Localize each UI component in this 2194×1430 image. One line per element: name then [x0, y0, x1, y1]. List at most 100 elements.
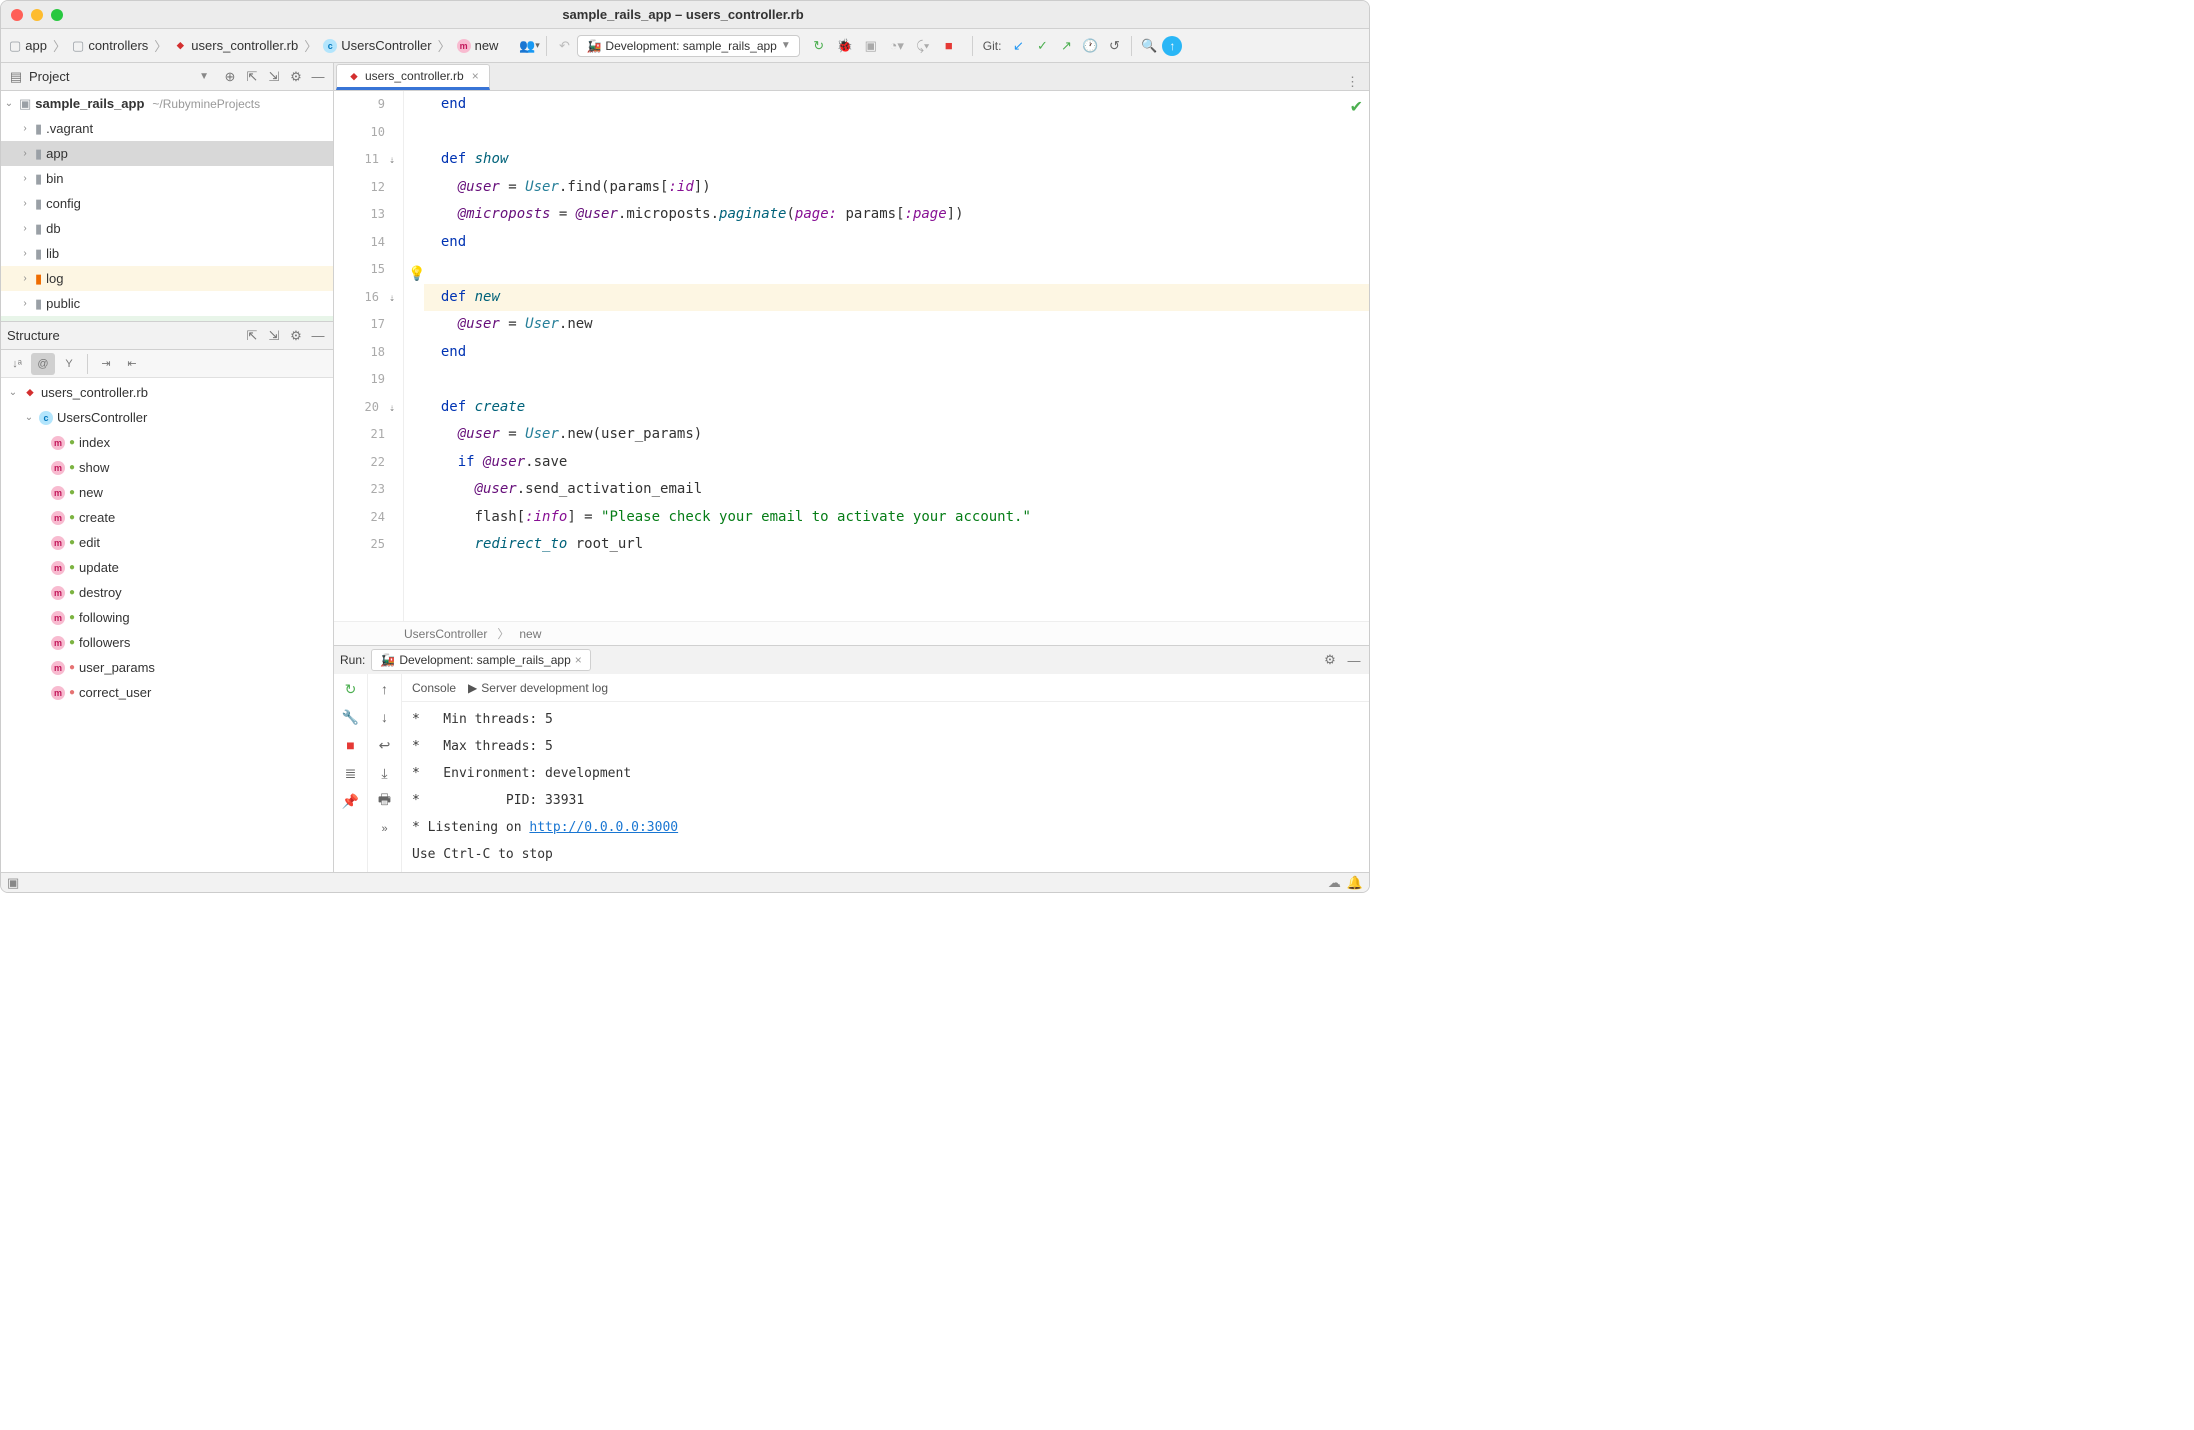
more-icon[interactable]: »: [374, 818, 396, 840]
coverage-icon[interactable]: ▣: [860, 35, 882, 57]
server-log-tab[interactable]: ▶Server development log: [468, 681, 608, 695]
editor-tab[interactable]: ◆ users_controller.rb ×: [336, 64, 490, 90]
wrench-icon[interactable]: 🔧: [340, 706, 362, 728]
up-arrow-icon[interactable]: ↑: [374, 678, 396, 700]
chevron-right-icon[interactable]: ›: [19, 173, 31, 184]
chevron-down-icon[interactable]: ⌄: [23, 412, 35, 423]
run-tab[interactable]: 🚂 Development: sample_rails_app ×: [371, 649, 590, 671]
collapse-all-icon[interactable]: ⇲: [265, 68, 283, 86]
chevron-right-icon[interactable]: ›: [19, 148, 31, 159]
project-item[interactable]: ›▮log: [1, 266, 333, 291]
chevron-down-icon[interactable]: ▼: [199, 71, 209, 82]
structure-method[interactable]: m●destroy: [1, 580, 333, 605]
run-config-selector[interactable]: 🚂 Development: sample_rails_app ▼: [577, 35, 799, 57]
structure-method[interactable]: m●correct_user: [1, 680, 333, 705]
pin-icon[interactable]: 📌: [340, 790, 362, 812]
structure-method[interactable]: m●update: [1, 555, 333, 580]
chevron-right-icon[interactable]: ›: [19, 198, 31, 209]
git-rollback-icon[interactable]: ↺: [1103, 35, 1125, 57]
editor-gutter[interactable]: 91011⇣1213141516⇣17181920⇣2122232425: [334, 91, 404, 621]
hide-panel-icon[interactable]: —: [1345, 651, 1363, 669]
structure-tree[interactable]: ⌄ ◆ users_controller.rb ⌄ c UsersControl…: [1, 378, 333, 872]
chevron-right-icon[interactable]: ›: [19, 298, 31, 309]
scroll-end-icon[interactable]: ⤓: [374, 762, 396, 784]
sort-alpha-icon[interactable]: ↓ᵃ: [5, 353, 29, 375]
structure-panel-header[interactable]: Structure ⇱ ⇲ ⚙ —: [1, 322, 333, 350]
breadcrumb-segment[interactable]: new: [475, 38, 499, 53]
stop-icon[interactable]: ■: [340, 734, 362, 756]
project-item[interactable]: ›▮app: [1, 141, 333, 166]
down-arrow-icon[interactable]: ↓: [374, 706, 396, 728]
project-view-icon[interactable]: ▤: [7, 68, 25, 86]
back-arrow-icon[interactable]: ↶: [553, 35, 575, 57]
maximize-window-icon[interactable]: [51, 9, 63, 21]
filter-icon[interactable]: Y: [57, 353, 81, 375]
gear-icon[interactable]: ⚙: [1321, 651, 1339, 669]
lightbulb-icon[interactable]: 💡: [408, 261, 425, 289]
editor-breadcrumb[interactable]: UsersController 〉 new: [334, 621, 1369, 645]
breadcrumb[interactable]: ▢ app 〉 ▢ controllers 〉 ◆ users_controll…: [5, 36, 502, 55]
print-icon[interactable]: 🖶: [374, 790, 396, 812]
chevron-right-icon[interactable]: ›: [19, 223, 31, 234]
search-icon[interactable]: 🔍: [1138, 35, 1160, 57]
breadcrumb-segment[interactable]: controllers: [88, 38, 148, 53]
hide-panel-icon[interactable]: —: [309, 327, 327, 345]
close-window-icon[interactable]: [11, 9, 23, 21]
at-icon[interactable]: @: [31, 353, 55, 375]
sync-icon[interactable]: ↑: [1162, 36, 1182, 56]
layout-icon[interactable]: ≣: [340, 762, 362, 784]
chevron-down-icon[interactable]: ⌄: [7, 387, 19, 398]
structure-file[interactable]: ⌄ ◆ users_controller.rb: [1, 380, 333, 405]
chevron-right-icon[interactable]: ›: [19, 123, 31, 134]
breadcrumb-segment[interactable]: UsersController: [341, 38, 431, 53]
structure-method[interactable]: m●new: [1, 480, 333, 505]
gear-icon[interactable]: ⚙: [287, 327, 305, 345]
expand-all-icon[interactable]: ⇱: [243, 68, 261, 86]
console-output[interactable]: * Min threads: 5* Max threads: 5* Enviro…: [402, 702, 1369, 872]
chevron-right-icon[interactable]: ›: [19, 248, 31, 259]
project-item[interactable]: ›▮bin: [1, 166, 333, 191]
hide-panel-icon[interactable]: —: [309, 68, 327, 86]
project-root[interactable]: ⌄ ▣ sample_rails_app ~/RubymineProjects: [1, 91, 333, 116]
notifications-icon[interactable]: 🔔: [1347, 875, 1363, 891]
close-icon[interactable]: ×: [575, 653, 582, 667]
minimize-window-icon[interactable]: [31, 9, 43, 21]
attach-icon[interactable]: ⤹▾: [912, 35, 934, 57]
project-panel-header[interactable]: ▤ Project ▼ ⊕ ⇱ ⇲ ⚙ —: [1, 63, 333, 91]
cloud-icon[interactable]: ☁: [1328, 875, 1341, 891]
code-with-me-icon[interactable]: 👥▾: [518, 35, 540, 57]
chevron-right-icon[interactable]: ›: [19, 273, 31, 284]
chevron-down-icon[interactable]: ⌄: [3, 98, 15, 109]
project-item[interactable]: ›▮public: [1, 291, 333, 316]
structure-method[interactable]: m●followers: [1, 630, 333, 655]
project-item[interactable]: ›▮.vagrant: [1, 116, 333, 141]
console-tab[interactable]: Console: [412, 681, 456, 695]
collapse-all-icon[interactable]: ⇲: [265, 327, 283, 345]
structure-method[interactable]: m●user_params: [1, 655, 333, 680]
git-pull-icon[interactable]: ↙: [1007, 35, 1029, 57]
project-item[interactable]: ›▮db: [1, 216, 333, 241]
breadcrumb-segment[interactable]: app: [25, 38, 47, 53]
tool-window-icon[interactable]: ▣: [7, 875, 19, 891]
target-icon[interactable]: ⊕: [221, 68, 239, 86]
profile-icon[interactable]: ◔▾: [886, 35, 908, 57]
project-tree[interactable]: ⌄ ▣ sample_rails_app ~/RubymineProjects …: [1, 91, 333, 321]
structure-class[interactable]: ⌄ c UsersController: [1, 405, 333, 430]
close-icon[interactable]: ×: [472, 69, 479, 83]
stop-icon[interactable]: ■: [938, 35, 960, 57]
autoscroll-to-icon[interactable]: ⇥: [94, 353, 118, 375]
run-icon[interactable]: ↻: [808, 35, 830, 57]
debug-icon[interactable]: 🐞: [834, 35, 856, 57]
structure-method[interactable]: m●create: [1, 505, 333, 530]
git-history-icon[interactable]: 🕐: [1079, 35, 1101, 57]
structure-method[interactable]: m●show: [1, 455, 333, 480]
breadcrumb-segment[interactable]: users_controller.rb: [191, 38, 298, 53]
expand-all-icon[interactable]: ⇱: [243, 327, 261, 345]
structure-method[interactable]: m●following: [1, 605, 333, 630]
code-editor[interactable]: ✔ 91011⇣1213141516⇣17181920⇣2122232425 e…: [334, 91, 1369, 621]
more-icon[interactable]: ⋮: [1336, 74, 1369, 90]
soft-wrap-icon[interactable]: ↩: [374, 734, 396, 756]
project-item[interactable]: ›▮lib: [1, 241, 333, 266]
structure-method[interactable]: m●edit: [1, 530, 333, 555]
gear-icon[interactable]: ⚙: [287, 68, 305, 86]
